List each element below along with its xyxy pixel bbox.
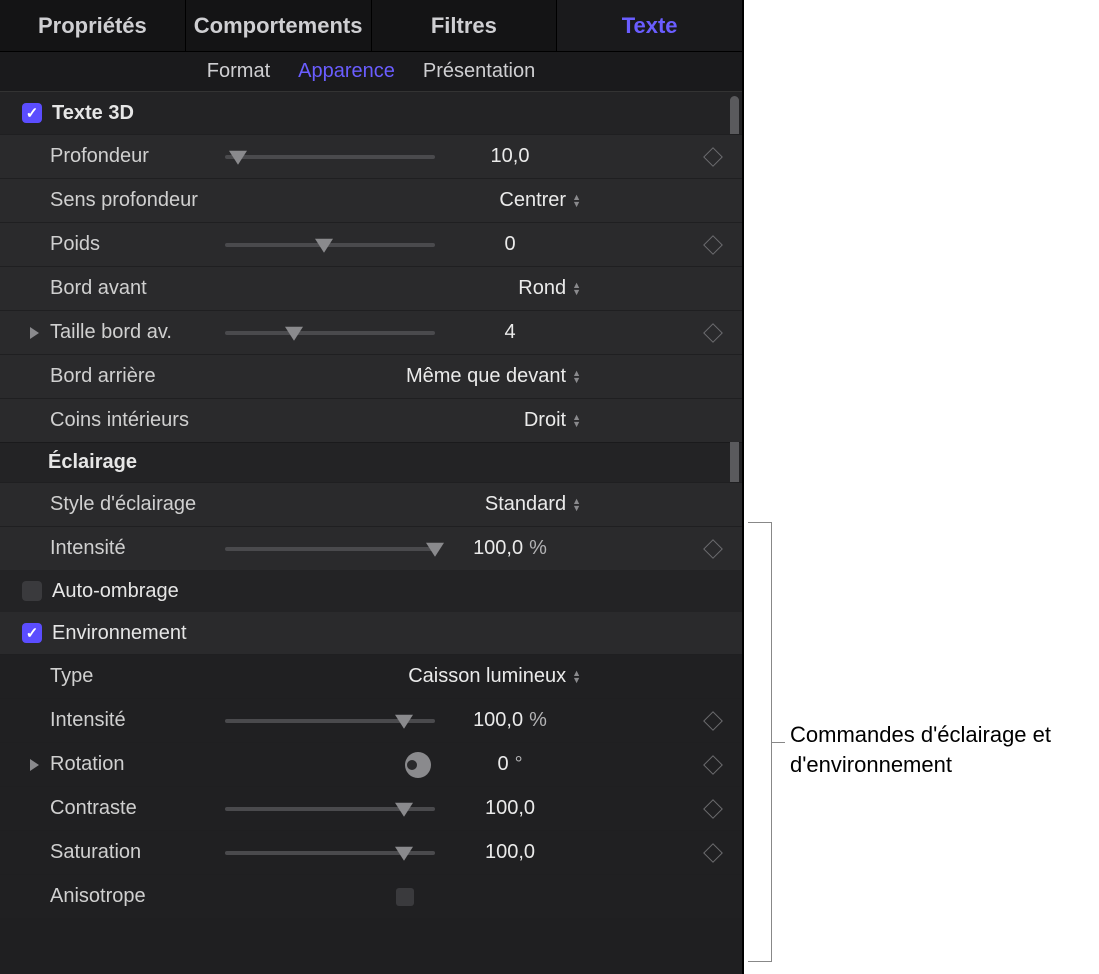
keyframe-env-intensity[interactable] <box>703 711 723 731</box>
label-back-edge: Bord arrière <box>50 365 225 388</box>
label-env-contrast: Contraste <box>50 797 225 820</box>
label-env-anisotropic: Anisotrope <box>50 885 225 908</box>
section-lighting: Éclairage <box>0 442 742 482</box>
row-front-edge-size: Taille bord av. 4 <box>0 310 742 354</box>
checkbox-self-shadow[interactable] <box>22 581 42 601</box>
slider-env-intensity[interactable] <box>225 711 435 731</box>
section-environment[interactable]: Environnement <box>0 612 742 654</box>
value-lighting-intensity[interactable]: 100,0% <box>435 537 585 560</box>
row-inside-corners: Coins intérieurs Droit ▲▼ <box>0 398 742 442</box>
checkbox-text3d[interactable] <box>22 103 42 123</box>
row-lighting-style: Style d'éclairage Standard ▲▼ <box>0 482 742 526</box>
checkbox-anisotropic[interactable] <box>396 888 414 906</box>
keyframe-env-saturation[interactable] <box>703 843 723 863</box>
row-env-saturation: Saturation 100,0 <box>0 830 742 874</box>
row-front-edge: Bord avant Rond ▲▼ <box>0 266 742 310</box>
value-weight[interactable]: 0 <box>435 233 585 256</box>
slider-weight[interactable] <box>225 235 435 255</box>
tab-text[interactable]: Texte <box>557 0 742 51</box>
popup-back-edge[interactable]: Même que devant ▲▼ <box>225 365 585 388</box>
subtab-appearance[interactable]: Apparence <box>298 60 395 83</box>
label-env-rotation: Rotation <box>50 753 225 776</box>
popup-inside-corners[interactable]: Droit ▲▼ <box>225 409 585 432</box>
label-front-edge-size: Taille bord av. <box>50 321 225 344</box>
inspector-body: Texte 3D Profondeur 10,0 Sens profondeur… <box>0 92 742 974</box>
value-front-edge-size[interactable]: 4 <box>435 321 585 344</box>
subtab-format[interactable]: Format <box>207 60 270 83</box>
popup-lighting-style[interactable]: Standard ▲▼ <box>225 493 585 516</box>
chevron-updown-icon: ▲▼ <box>572 370 581 384</box>
label-lighting-intensity: Intensité <box>50 537 225 560</box>
row-env-intensity: Intensité 100,0% <box>0 698 742 742</box>
popup-depth-dir[interactable]: Centrer ▲▼ <box>225 189 585 212</box>
chevron-updown-icon: ▲▼ <box>572 498 581 512</box>
section-self-shadow[interactable]: Auto-ombrage <box>0 570 742 612</box>
label-depth: Profondeur <box>50 145 225 168</box>
row-env-type: Type Caisson lumineux ▲▼ <box>0 654 742 698</box>
row-back-edge: Bord arrière Même que devant ▲▼ <box>0 354 742 398</box>
value-env-intensity[interactable]: 100,0% <box>435 709 585 732</box>
tab-filters[interactable]: Filtres <box>372 0 558 51</box>
popup-env-type[interactable]: Caisson lumineux ▲▼ <box>225 665 585 688</box>
keyframe-weight[interactable] <box>703 235 723 255</box>
checkbox-environment[interactable] <box>22 623 42 643</box>
row-depth: Profondeur 10,0 <box>0 134 742 178</box>
row-weight: Poids 0 <box>0 222 742 266</box>
keyframe-env-contrast[interactable] <box>703 799 723 819</box>
label-depth-dir: Sens profondeur <box>50 189 225 212</box>
keyframe-env-rotation[interactable] <box>703 755 723 775</box>
row-env-rotation: Rotation 0° <box>0 742 742 786</box>
slider-depth[interactable] <box>225 147 435 167</box>
chevron-updown-icon: ▲▼ <box>572 282 581 296</box>
label-front-edge: Bord avant <box>50 277 225 300</box>
popup-front-edge[interactable]: Rond ▲▼ <box>225 277 585 300</box>
row-env-anisotropic: Anisotrope <box>0 874 742 918</box>
disclosure-env-rotation[interactable] <box>30 759 39 771</box>
slider-lighting-intensity[interactable] <box>225 539 435 559</box>
value-env-saturation[interactable]: 100,0 <box>435 841 585 864</box>
value-env-rotation[interactable]: 0° <box>435 753 585 776</box>
callout-bracket <box>748 522 772 962</box>
value-depth[interactable]: 10,0 <box>435 145 585 168</box>
row-env-contrast: Contraste 100,0 <box>0 786 742 830</box>
chevron-updown-icon: ▲▼ <box>572 194 581 208</box>
keyframe-front-edge-size[interactable] <box>703 323 723 343</box>
label-inside-corners: Coins intérieurs <box>50 409 225 432</box>
section-text3d[interactable]: Texte 3D <box>0 92 742 134</box>
row-lighting-intensity: Intensité 100,0% <box>0 526 742 570</box>
callout-text: Commandes d'éclairage et d'environnement <box>790 720 1099 779</box>
label-self-shadow: Auto-ombrage <box>52 580 179 603</box>
label-env-intensity: Intensité <box>50 709 225 732</box>
row-depth-dir: Sens profondeur Centrer ▲▼ <box>0 178 742 222</box>
label-env-saturation: Saturation <box>50 841 225 864</box>
keyframe-lighting-intensity[interactable] <box>703 539 723 559</box>
tab-properties[interactable]: Propriétés <box>0 0 186 51</box>
subtab-layout[interactable]: Présentation <box>423 60 535 83</box>
tab-behaviors[interactable]: Comportements <box>186 0 372 51</box>
slider-front-edge-size[interactable] <box>225 323 435 343</box>
section-lighting-label: Éclairage <box>48 451 137 474</box>
label-lighting-style: Style d'éclairage <box>50 493 225 516</box>
label-weight: Poids <box>50 233 225 256</box>
inspector-panel: Propriétés Comportements Filtres Texte F… <box>0 0 744 974</box>
main-tabs: Propriétés Comportements Filtres Texte <box>0 0 742 52</box>
label-environment: Environnement <box>52 622 187 645</box>
keyframe-depth[interactable] <box>703 147 723 167</box>
disclosure-front-edge-size[interactable] <box>30 327 39 339</box>
dial-env-rotation[interactable] <box>225 755 435 775</box>
sub-tabs: Format Apparence Présentation <box>0 52 742 92</box>
value-env-contrast[interactable]: 100,0 <box>435 797 585 820</box>
section-text3d-label: Texte 3D <box>52 102 134 125</box>
label-env-type: Type <box>50 665 225 688</box>
slider-env-contrast[interactable] <box>225 799 435 819</box>
chevron-updown-icon: ▲▼ <box>572 670 581 684</box>
chevron-updown-icon: ▲▼ <box>572 414 581 428</box>
slider-env-saturation[interactable] <box>225 843 435 863</box>
